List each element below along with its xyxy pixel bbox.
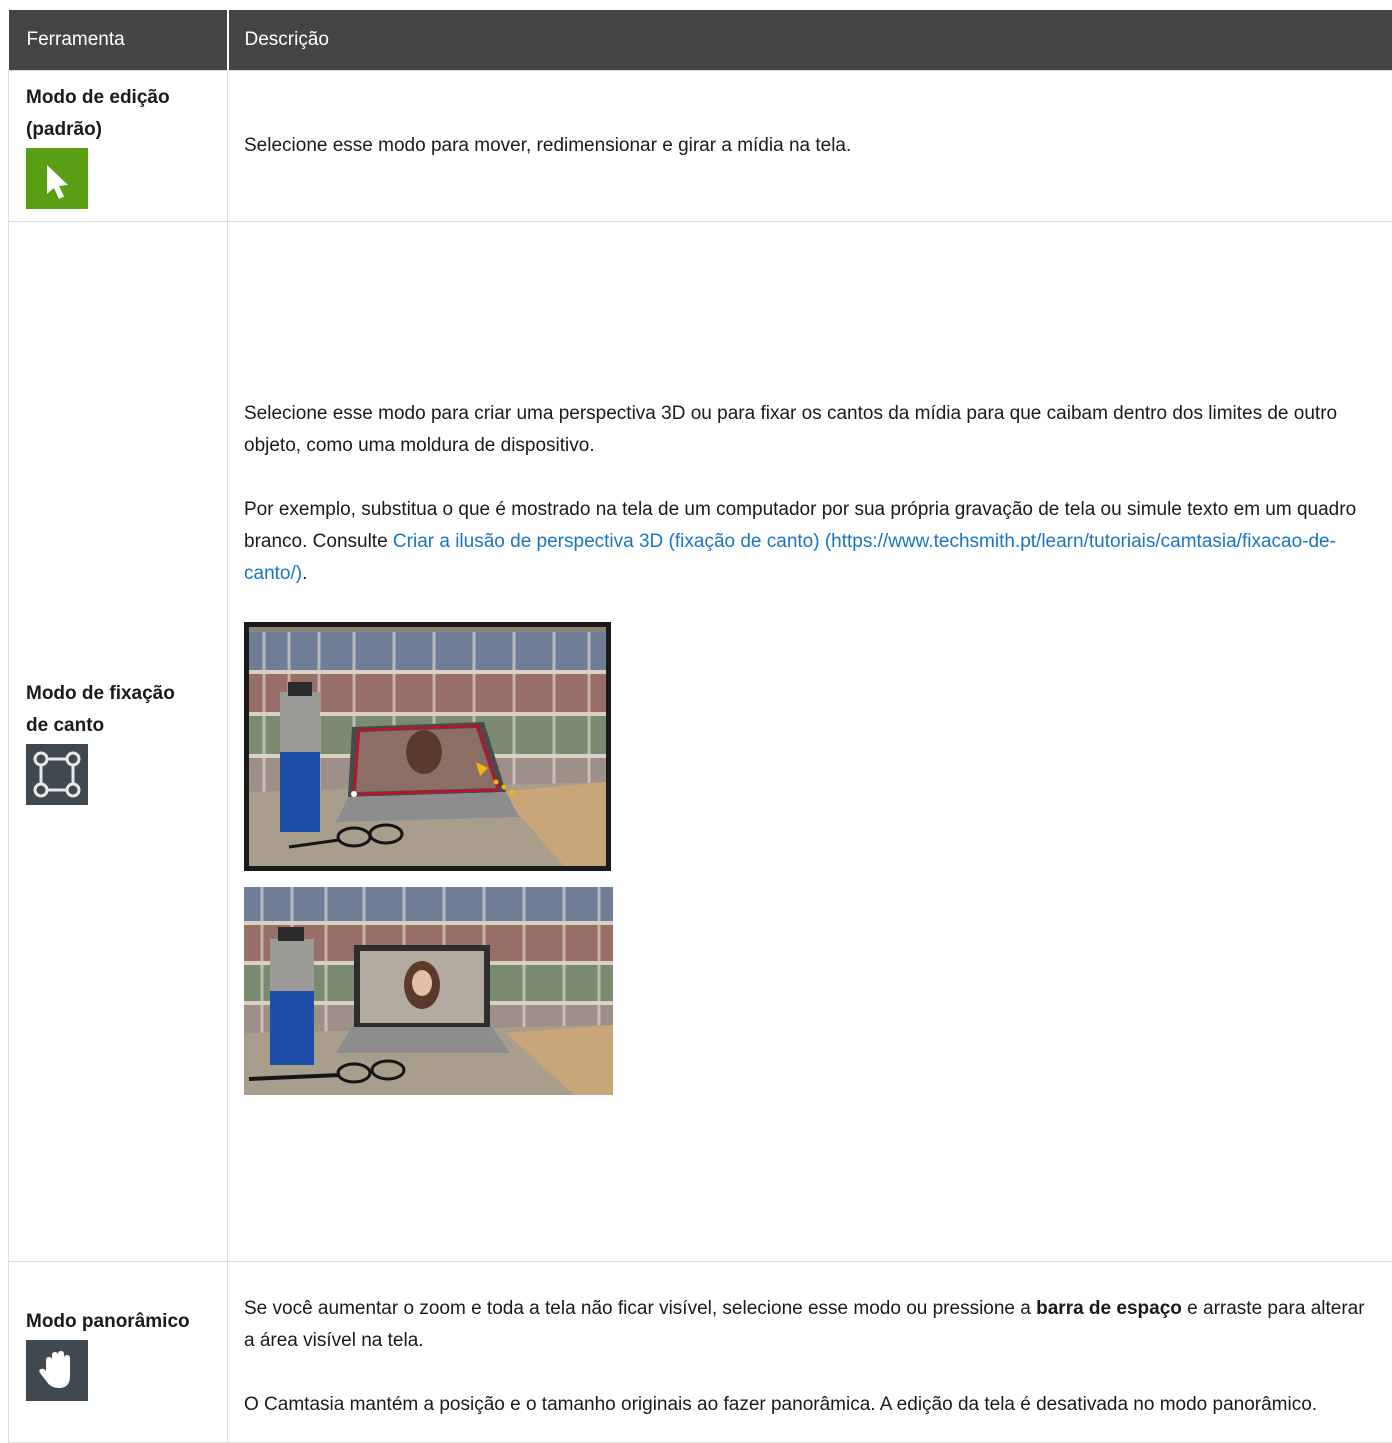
header-tool: Ferramenta (9, 10, 228, 70)
hand-pan-icon (26, 1340, 88, 1401)
description-text: Selecione esse modo para mover, redimens… (244, 130, 1376, 162)
table-row: Modo de fixação de canto Selecione esse … (9, 221, 1392, 1261)
spacebar-key-text: barra de espaço (1036, 1298, 1182, 1319)
description-paragraph-1: Selecione esse modo para criar uma persp… (244, 398, 1376, 462)
corner-pin-result-image (244, 887, 613, 1095)
table-row: Modo de edição (padrão) Selecione esse m… (9, 70, 1392, 221)
table-row: Modo panorâmico Se você aumentar o zoom … (9, 1261, 1392, 1442)
description-cell-pan: Se você aumentar o zoom e toda a tela nã… (228, 1261, 1392, 1442)
paragraph-text: Se você aumentar o zoom e toda a tela nã… (244, 1298, 1036, 1319)
description-paragraph-2: O Camtasia mantém a posição e o tamanho … (244, 1389, 1376, 1421)
corner-pin-editing-image (244, 622, 611, 871)
description-cell-edit: Selecione esse modo para mover, redimens… (228, 70, 1392, 221)
corner-pin-icon (26, 744, 88, 805)
description-cell-corner-pin: Selecione esse modo para criar uma persp… (228, 221, 1392, 1261)
tools-table: Ferramenta Descrição Modo de edição (pad… (8, 10, 1392, 1443)
paragraph-text-end: . (302, 563, 307, 584)
tool-cell-edit: Modo de edição (padrão) (9, 70, 228, 221)
tool-cell-pan: Modo panorâmico (9, 1261, 228, 1442)
corner-pin-tutorial-link[interactable]: Criar a ilusão de perspectiva 3D (fixaçã… (244, 531, 1336, 584)
cursor-arrow-icon (26, 148, 88, 209)
header-description: Descrição (228, 10, 1392, 70)
description-paragraph-2: Por exemplo, substitua o que é mostrado … (244, 494, 1376, 590)
tool-name-edit: Modo de edição (padrão) (26, 82, 196, 146)
description-paragraph-1: Se você aumentar o zoom e toda a tela nã… (244, 1293, 1376, 1357)
tool-cell-corner-pin: Modo de fixação de canto (9, 221, 228, 1261)
table-header-row: Ferramenta Descrição (9, 10, 1392, 70)
tool-name-pan: Modo panorâmico (26, 1306, 215, 1338)
tool-name-corner-pin: Modo de fixação de canto (26, 678, 196, 742)
